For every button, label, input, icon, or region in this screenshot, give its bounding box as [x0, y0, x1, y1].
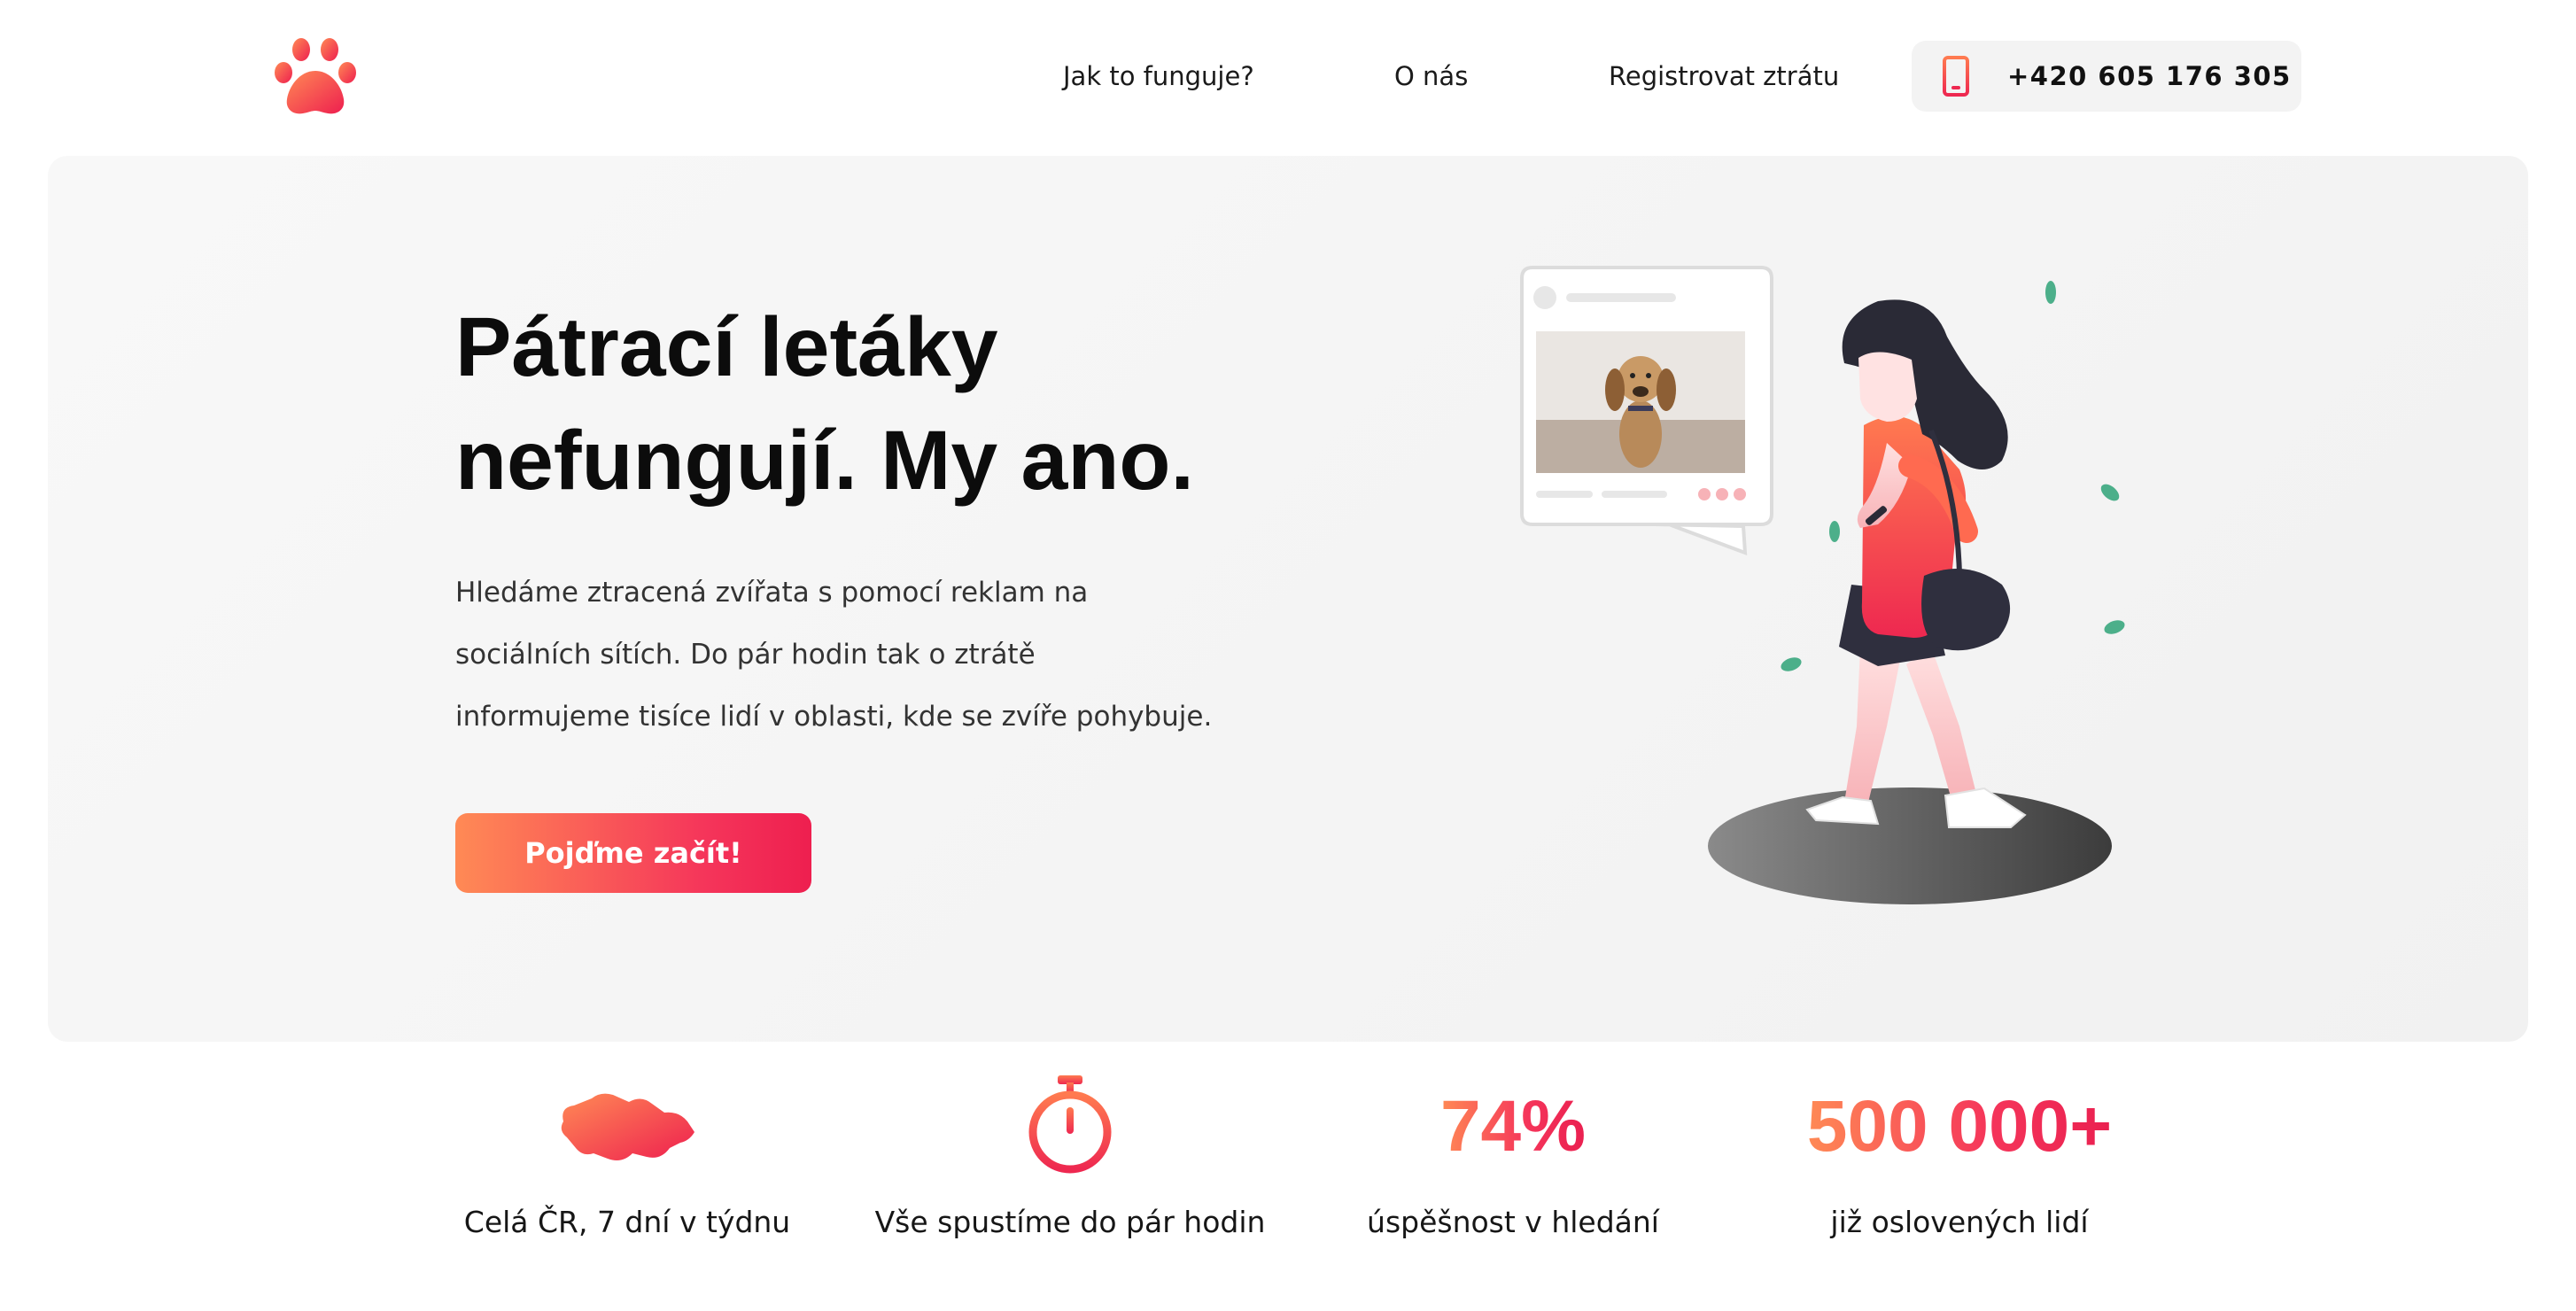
nav-about-us[interactable]: O nás — [1394, 58, 1468, 94]
get-started-button[interactable]: Pojďme začít! — [455, 813, 811, 893]
woman-figure — [1805, 299, 2027, 828]
success-rate-number: 74% — [1440, 1082, 1586, 1171]
leaf-icon — [2045, 281, 2056, 304]
leaf-icon — [1829, 521, 1840, 542]
czech-map-icon — [561, 1093, 694, 1160]
leaf-icon — [2104, 620, 2125, 634]
stat-label-coverage: Celá ČR, 7 dní v týdnu — [463, 1205, 791, 1239]
stopwatch-icon — [1028, 1075, 1112, 1174]
nav-register-loss[interactable]: Registrovat ztrátu — [1609, 58, 1839, 94]
nav-how-it-works[interactable]: Jak to funguje? — [1063, 58, 1254, 94]
hero-description-line: sociálních sítích. Do pár hodin tak o zt… — [455, 639, 1036, 671]
stat-label-reach: již oslovených lidí — [1830, 1205, 2089, 1239]
phone-icon — [1943, 56, 1969, 97]
social-post-bubble — [1520, 266, 1773, 555]
phone-contact-button[interactable]: +420 605 176 305 — [1912, 41, 2301, 112]
hero-description-line: informujeme tisíce lidí v oblasti, kde s… — [455, 701, 1213, 733]
hero-description-line: Hledáme ztracená zvířata s pomocí reklam… — [455, 577, 1089, 609]
ground-shadow — [1708, 787, 2112, 904]
woman-with-phone-illustration — [1520, 266, 2125, 904]
hero-title: Pátrací letáky nefungují. My ano. — [455, 291, 1341, 517]
hero-title-line-1: Pátrací letáky — [455, 300, 998, 394]
phone-number: +420 605 176 305 — [2007, 61, 2292, 91]
stat-label-speed: Vše spustíme do pár hodin — [874, 1205, 1266, 1239]
hero-description: Hledáme ztracená zvířata s pomocí reklam… — [455, 562, 1253, 748]
people-reached-number: 500 000+ — [1807, 1082, 2112, 1171]
hero-title-line-2: nefungují. My ano. — [455, 414, 1194, 508]
leaf-icon — [1781, 657, 1802, 671]
leaf-icon — [2100, 484, 2120, 501]
paw-icon[interactable] — [273, 37, 358, 115]
stat-label-success: úspěšnost v hledání — [1367, 1205, 1659, 1239]
